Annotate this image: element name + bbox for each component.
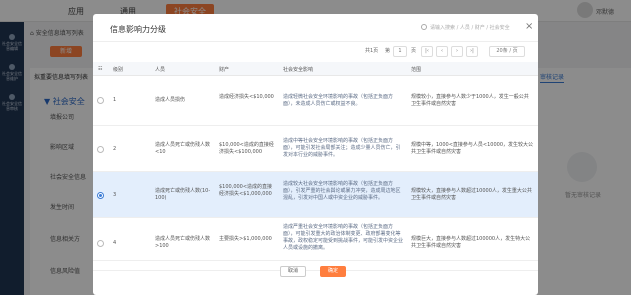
- column-header-social[interactable]: 社会安全影响: [283, 66, 313, 73]
- close-button[interactable]: ×: [525, 21, 533, 32]
- cell-level: 3: [113, 192, 117, 198]
- next-page-button[interactable]: ›: [451, 46, 463, 57]
- table-row[interactable]: 4 造成人员死亡或伤残人数>100 主要损失>$1,000,000 造成严重社会…: [93, 218, 538, 271]
- cell-person: 造成人员死亡或伤残人数<10: [155, 142, 211, 155]
- column-header-person[interactable]: 人员: [155, 66, 165, 73]
- cell-scope: 规模较小，直接参与人数少于1000人，发生一般公共卫生事件或自然灾害: [411, 94, 529, 107]
- table-row[interactable]: 1 造成人员损伤 造成经济损失<$10,000 造成轻微社会安全环境影响的事故（…: [93, 76, 538, 126]
- cell-social: 造成较大社会安全环境影响的事故（包括正负面方面），引发严重的社会舆论或暴力冲突，…: [283, 181, 401, 201]
- row-radio[interactable]: [97, 97, 104, 104]
- cell-social: 造成轻微社会安全环境影响的事故（包括正负面方面），未造成人员伤亡或权益不良。: [283, 94, 394, 107]
- cell-property: $100,000<造成的直接经济损失<$1,000,000: [219, 184, 273, 197]
- row-radio-checked[interactable]: [97, 192, 104, 199]
- search-icon: [421, 24, 427, 30]
- page-number-input[interactable]: 1: [393, 46, 407, 57]
- footer-divider: [93, 260, 538, 261]
- pager-total: 共1页: [365, 48, 379, 54]
- prev-page-button[interactable]: ‹: [436, 46, 448, 57]
- search-input[interactable]: 请输入搜索 / 人员 / 财产 / 社会安全: [421, 22, 521, 34]
- table-row[interactable]: 2 造成人员死亡或伤残人数<10 $10,000<造成的直接经济损失<$100,…: [93, 126, 538, 172]
- column-header-property[interactable]: 财产: [219, 66, 229, 73]
- dialog-title: 信息影响力分级: [110, 25, 166, 34]
- page-size-select[interactable]: 20条 / 页: [489, 46, 525, 57]
- table-header: ☷ 级别 人员 财产 社会安全影响 范围: [93, 62, 538, 76]
- cell-property: 造成经济损失<$10,000: [219, 94, 274, 100]
- cell-social: 造成中等社会安全环境影响的事故（包括正负面方面），可能引发社会局部关注；造成少量…: [283, 138, 401, 158]
- column-header-level[interactable]: 级别: [113, 66, 123, 73]
- table-row-selected[interactable]: 3 造成死亡或伤残人数(10-100) $100,000<造成的直接经济损失<$…: [93, 172, 538, 218]
- first-page-button[interactable]: |‹: [421, 46, 433, 57]
- cell-level: 1: [113, 97, 117, 103]
- cell-property: 主要损失>$1,000,000: [219, 236, 272, 242]
- cell-scope: 规模巨大，直接参与人数超过100000人，发生特大公共卫生事件或自然灾害: [411, 236, 531, 249]
- cancel-button[interactable]: 取消: [280, 266, 306, 277]
- cell-social: 造成严重社会安全环境影响的事故（包括正负面方面），可能引发重大的政治体制变更、政…: [283, 224, 404, 251]
- cell-level: 4: [113, 240, 117, 246]
- cell-level: 2: [113, 146, 117, 152]
- divider: [93, 41, 538, 42]
- impact-level-dialog: 信息影响力分级 请输入搜索 / 人员 / 财产 / 社会安全 × 共1页 第 1…: [93, 14, 538, 295]
- column-header-scope[interactable]: 范围: [411, 66, 421, 73]
- cell-property: $10,000<造成的直接经济损失<$100,000: [219, 142, 274, 155]
- column-settings-icon[interactable]: ☷: [98, 66, 102, 72]
- row-radio[interactable]: [97, 240, 104, 247]
- confirm-button[interactable]: 确定: [320, 266, 346, 277]
- cell-scope: 规模中等，1000<直接参与人员<10000，发生较大公共卫生事件或自然灾害: [411, 142, 534, 155]
- cell-person: 造成人员损伤: [155, 97, 186, 103]
- row-radio[interactable]: [97, 146, 104, 153]
- impact-level-table: ☷ 级别 人员 财产 社会安全影响 范围 1 造成人员损伤 造成经济损失<$10…: [93, 62, 538, 271]
- cell-person: 造成死亡或伤残人数(10-100): [155, 188, 211, 201]
- pager-prefix: 第: [385, 48, 391, 54]
- cell-person: 造成人员死亡或伤残人数>100: [155, 236, 211, 249]
- last-page-button[interactable]: ›|: [466, 46, 478, 57]
- cell-scope: 规模较大，直接参与人数超过10000人，发生重大公共卫生事件或自然灾害: [411, 188, 532, 201]
- pager-suffix: 页: [411, 48, 417, 54]
